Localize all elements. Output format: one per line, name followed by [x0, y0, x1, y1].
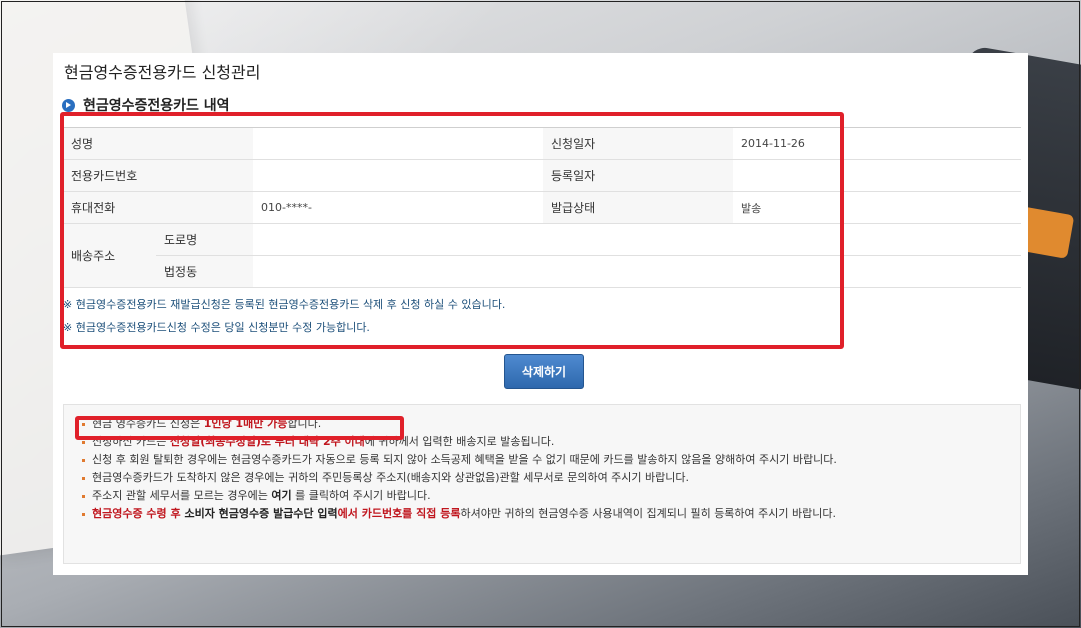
highlight-box-one-per-person	[75, 416, 404, 440]
list-item: 현금영수증카드가 도착하지 않은 경우에는 귀하의 주민등록상 주소지(배송지와…	[82, 469, 1000, 487]
guide-text: 주소지 관할 세무서를 모르는 경우에는	[92, 489, 272, 502]
delete-button[interactable]: 삭제하기	[504, 354, 584, 389]
tax-office-link[interactable]: 여기	[271, 489, 291, 502]
guide-emphasis: 현금영수증 수령 후	[92, 507, 185, 520]
guide-emphasis: 카드번호를 직접 등록	[361, 507, 461, 520]
guide-bold: 소비자 현금영수증 발급수단 입력	[184, 507, 338, 520]
list-item: 신청 후 회원 탈퇴한 경우에는 현금영수증카드가 자동으로 등록 되지 않아 …	[82, 451, 1000, 469]
circle-arrow-icon	[62, 98, 75, 112]
guide-text: 하셔야만 귀하의 현금영수증 사용내역이 집계되니 필히 등록하여 주시기 바랍…	[460, 507, 836, 520]
highlight-box-card-info	[60, 112, 844, 349]
list-item: 주소지 관할 세무서를 모르는 경우에는 여기 를 클릭하여 주시기 바랍니다.	[82, 487, 1000, 505]
guide-emphasis: 에서	[337, 507, 362, 520]
page-title: 현금영수증전용카드 신청관리	[64, 63, 261, 82]
guide-text: 를 클릭하여 주시기 바랍니다.	[291, 489, 431, 502]
list-item: 현금영수증 수령 후 소비자 현금영수증 발급수단 입력에서 카드번호를 직접 …	[82, 505, 1000, 523]
